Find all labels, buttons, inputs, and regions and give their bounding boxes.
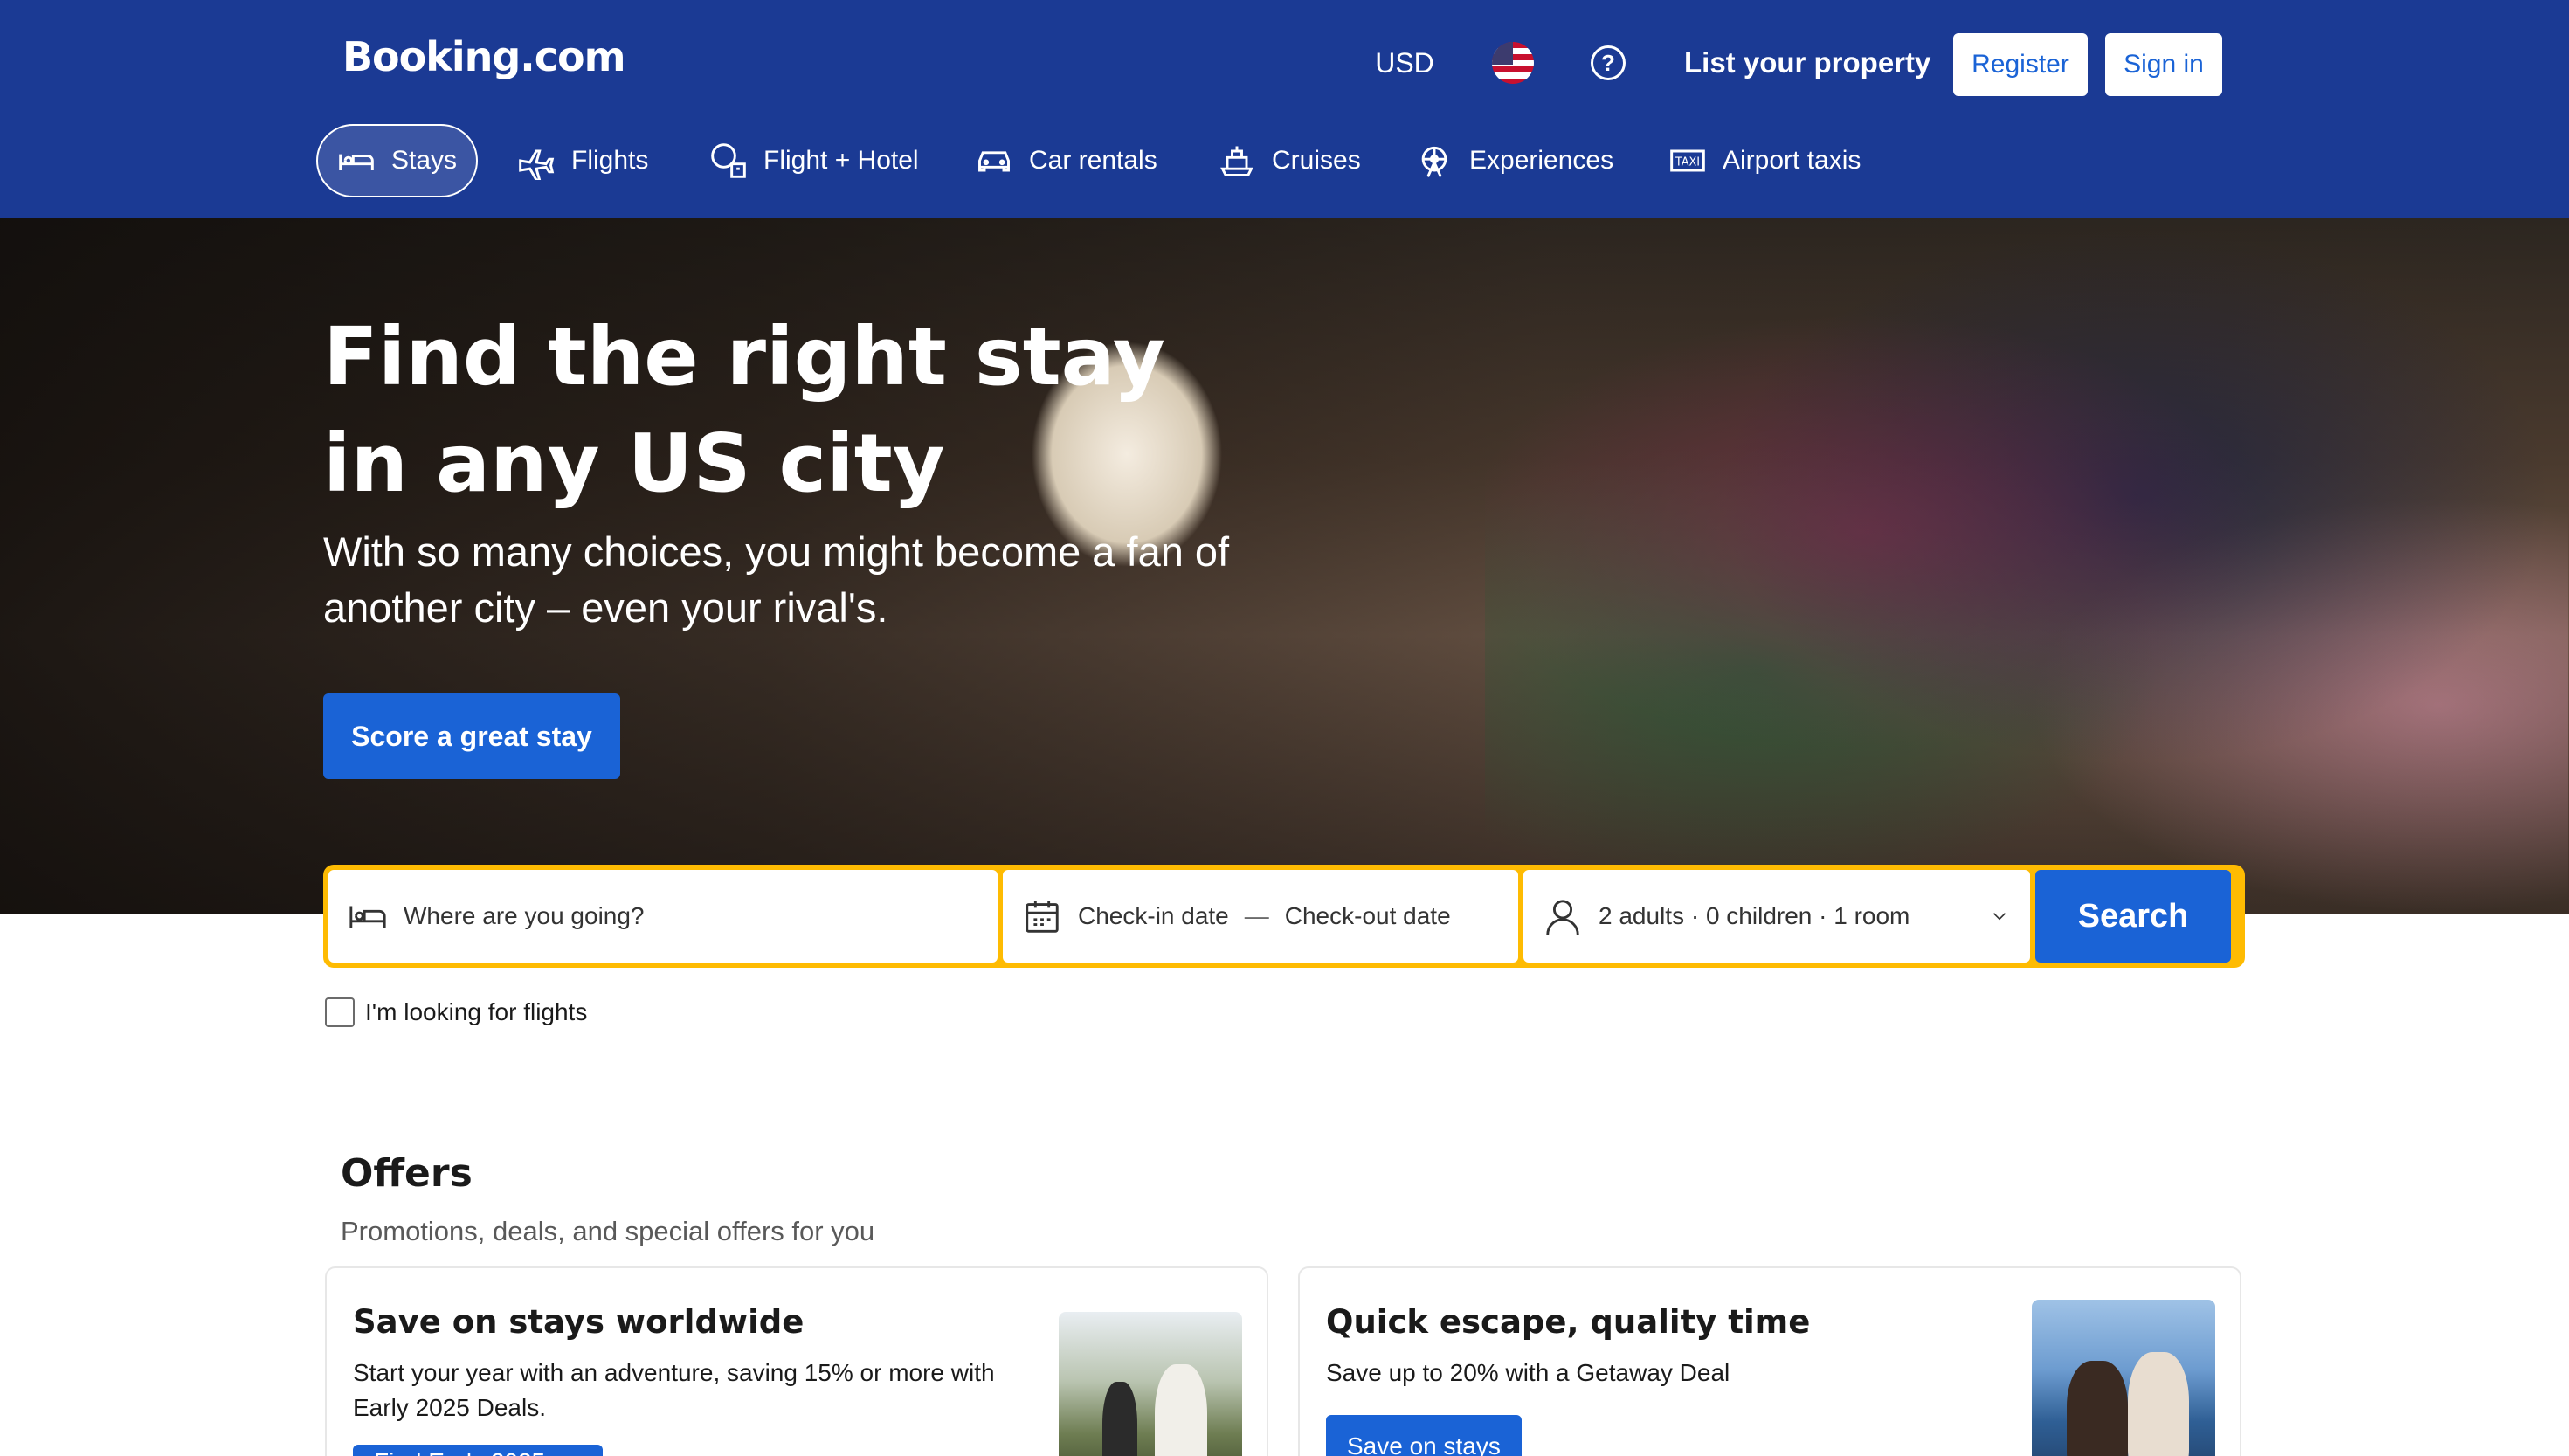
hero-family-image xyxy=(1485,218,2568,914)
tab-label: Flights xyxy=(571,146,649,175)
plane-hotel-icon xyxy=(711,143,746,178)
tab-airport-taxis[interactable]: TAXI Airport taxis xyxy=(1649,124,1880,197)
us-flag-icon xyxy=(1492,42,1534,84)
date-range-field[interactable]: Check-in date — Check-out date xyxy=(1003,870,1518,963)
tab-flights[interactable]: Flights xyxy=(498,124,667,197)
offer-card-title: Quick escape, quality time xyxy=(1326,1303,1811,1341)
image-person-figure xyxy=(2128,1352,2189,1456)
flights-checkbox-label[interactable]: I'm looking for flights xyxy=(365,998,587,1026)
offer-card-text: Save up to 20% with a Getaway Deal xyxy=(1326,1359,1730,1386)
person-icon xyxy=(1546,900,1579,935)
image-person-figure xyxy=(1102,1382,1137,1456)
flights-checkbox[interactable] xyxy=(325,997,355,1027)
search-bar: Where are you going? Check-in date — Che… xyxy=(323,865,2245,968)
language-selector[interactable] xyxy=(1471,19,1555,107)
bed-icon xyxy=(339,154,374,170)
car-icon xyxy=(978,151,1010,172)
date-separator: — xyxy=(1244,902,1269,929)
image-person-figure xyxy=(1155,1364,1207,1456)
hero-title-line2: in any US city xyxy=(323,417,945,510)
hero-title-line1: Find the right stay xyxy=(323,310,1165,404)
question-circle-icon: ? xyxy=(1591,45,1626,80)
hero-title: Find the right stay in any US city xyxy=(323,304,1371,517)
chevron-down-icon xyxy=(1992,913,2006,921)
offer-card-image xyxy=(2032,1300,2215,1456)
tab-flight-hotel[interactable]: Flight + Hotel xyxy=(690,124,938,197)
tab-label: Stays xyxy=(391,146,458,175)
ferris-wheel-icon xyxy=(1421,146,1447,177)
checkin-placeholder[interactable]: Check-in date xyxy=(1078,902,1229,930)
guests-value: 2 adults · 0 children · 1 room xyxy=(1599,902,1910,929)
offers-subtitle: Promotions, deals, and special offers fo… xyxy=(341,1216,875,1246)
image-person-figure xyxy=(2067,1361,2128,1456)
svg-text:TAXI: TAXI xyxy=(1675,156,1700,169)
list-property-link[interactable]: List your property xyxy=(1665,19,1950,107)
checkout-placeholder[interactable]: Check-out date xyxy=(1285,902,1451,930)
tab-label: Experiences xyxy=(1469,146,1614,175)
currency-selector[interactable]: USD xyxy=(1359,19,1450,107)
flights-checkbox-row[interactable]: I'm looking for flights xyxy=(325,997,587,1027)
offer-card-button[interactable]: Save on stays xyxy=(1326,1415,1522,1456)
offer-card-text: Start your year with an adventure, savin… xyxy=(353,1359,995,1421)
register-button[interactable]: Register xyxy=(1953,33,2088,96)
booking-logo[interactable]: Booking.com xyxy=(342,33,626,80)
tab-stays[interactable]: Stays xyxy=(316,124,479,197)
destination-placeholder: Where are you going? xyxy=(404,902,645,929)
tab-label: Cruises xyxy=(1272,146,1361,175)
score-great-stay-button[interactable]: Score a great stay xyxy=(323,693,620,779)
search-button[interactable]: Search xyxy=(2035,870,2231,963)
booking-homepage: Booking.com USD ? List your property Reg… xyxy=(0,0,2569,1456)
offers-title: Offers xyxy=(341,1151,473,1196)
calendar-icon xyxy=(1026,901,1059,933)
tab-label: Airport taxis xyxy=(1723,146,1861,175)
tab-car-rentals[interactable]: Car rentals xyxy=(956,124,1177,197)
hero-banner: Find the right stay in any US city With … xyxy=(0,218,2569,914)
plane-icon xyxy=(519,149,555,180)
tab-experiences[interactable]: Experiences xyxy=(1396,124,1633,197)
tab-label: Car rentals xyxy=(1029,146,1157,175)
offer-card-image xyxy=(1059,1312,1242,1456)
tab-cruises[interactable]: Cruises xyxy=(1198,124,1380,197)
top-header: Booking.com USD ? List your property Reg… xyxy=(0,0,2569,218)
tab-label: Flight + Hotel xyxy=(763,146,919,175)
offer-card-early-deals[interactable]: Save on stays worldwide Start your year … xyxy=(325,1266,1268,1456)
taxi-icon: TAXI xyxy=(1670,149,1705,172)
hero-subtitle: With so many choices, you might become a… xyxy=(323,528,1230,631)
guests-value-group: 2 adults · 0 children · 1 room xyxy=(1543,896,1909,936)
destination-field[interactable]: Where are you going? xyxy=(328,870,998,963)
guests-selector[interactable]: 2 adults · 0 children · 1 room xyxy=(1523,870,2030,963)
bed-icon xyxy=(349,906,386,928)
sign-in-button[interactable]: Sign in xyxy=(2105,33,2222,96)
offer-card-title: Save on stays worldwide xyxy=(353,1303,805,1341)
ship-icon xyxy=(1220,146,1253,176)
help-button[interactable]: ? xyxy=(1571,19,1646,107)
offer-card-button[interactable]: Find Early 2025 Deals xyxy=(353,1445,603,1456)
offer-card-getaway[interactable]: Quick escape, quality time Save up to 20… xyxy=(1298,1266,2241,1456)
